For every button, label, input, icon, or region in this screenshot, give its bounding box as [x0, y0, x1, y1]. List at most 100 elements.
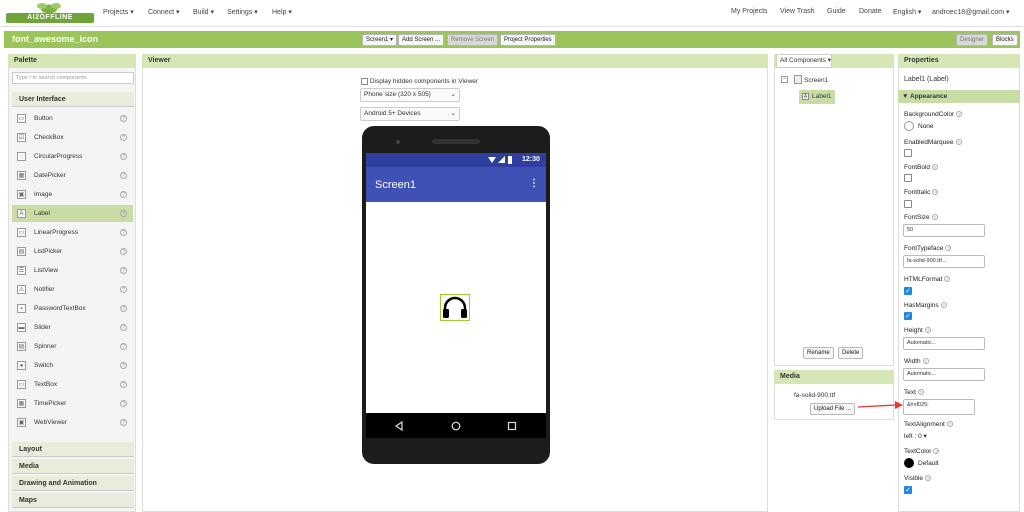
collapse-toggle-icon[interactable]: − [781, 76, 788, 83]
menu-connect[interactable]: Connect ▾ [148, 8, 180, 16]
height-input[interactable]: Automatic... [903, 337, 985, 350]
link-view-trash[interactable]: View Trash [780, 8, 815, 15]
screen-select[interactable]: Screen1 ▾ [362, 34, 398, 46]
help-icon[interactable]: ? [120, 134, 127, 141]
help-icon[interactable]: ? [940, 302, 947, 308]
help-icon[interactable]: ? [120, 286, 127, 293]
help-icon[interactable]: ? [922, 358, 929, 364]
help-icon[interactable]: ? [120, 153, 127, 160]
fontsize-input[interactable]: 50 [903, 224, 985, 237]
menu-help[interactable]: Help ▾ [272, 8, 292, 16]
rename-button[interactable]: Rename [803, 347, 834, 359]
help-icon[interactable]: ? [120, 229, 127, 236]
bg-color-swatch[interactable] [904, 121, 914, 131]
palette-item-listpicker[interactable]: ▤ ListPicker? [12, 243, 133, 260]
help-icon[interactable]: ? [120, 115, 127, 122]
text-color-value[interactable]: Default [918, 460, 939, 467]
app-logo[interactable]: AI2OFFLINE [6, 3, 94, 23]
help-icon[interactable]: ? [120, 343, 127, 350]
phone-size-select[interactable]: Phone size (320 x 505) ⌄ [360, 88, 460, 102]
media-file[interactable]: fa-solid-900.ttf [794, 392, 835, 399]
hidden-components-checkbox-row[interactable]: Display hidden components in Viewer [361, 78, 478, 85]
tree-label1-row[interactable]: A Label1 [799, 90, 835, 104]
help-icon[interactable]: ? [120, 400, 127, 407]
theme-select[interactable]: Android 5+ Devices ⌄ [360, 107, 460, 121]
htmlformat-checkbox[interactable]: ✓ [904, 287, 912, 295]
help-icon[interactable]: ? [120, 324, 127, 331]
width-input[interactable]: Automatic... [903, 368, 985, 381]
help-icon[interactable]: ? [932, 164, 939, 170]
link-my-projects[interactable]: My Projects [731, 8, 768, 15]
category-maps[interactable]: Maps [12, 493, 134, 508]
palette-item-passwordtextbox[interactable]: ▪ PasswordTextBox? [12, 300, 133, 317]
category-user-interface[interactable]: User Interface [12, 92, 134, 107]
help-icon[interactable]: ? [120, 305, 127, 312]
help-icon[interactable]: ? [944, 276, 951, 282]
palette-item-spinner[interactable]: ▤ Spinner? [12, 338, 133, 355]
menu-build[interactable]: Build ▾ [193, 8, 214, 16]
palette-item-datepicker[interactable]: ▦ DatePicker? [12, 167, 133, 184]
menu-settings[interactable]: Settings ▾ [227, 8, 258, 16]
link-donate[interactable]: Donate [859, 8, 882, 15]
help-icon[interactable]: ? [932, 189, 939, 195]
bg-color-value[interactable]: None [918, 123, 934, 130]
help-icon[interactable]: ? [955, 139, 962, 145]
palette-item-slider[interactable]: ▬ Slider? [12, 319, 133, 336]
components-filter-select[interactable]: All Components ▾ [776, 54, 832, 68]
help-icon[interactable]: ? [120, 191, 127, 198]
visible-checkbox[interactable]: ✓ [904, 486, 912, 494]
help-icon[interactable]: ? [120, 267, 127, 274]
menu-projects[interactable]: Projects ▾ [103, 8, 134, 16]
designer-button[interactable]: Designer [956, 34, 989, 46]
palette-item-label[interactable]: A Label? [12, 205, 133, 222]
help-icon[interactable]: ? [945, 245, 952, 251]
help-icon[interactable]: ? [120, 381, 127, 388]
palette-item-switch[interactable]: ● Switch? [12, 357, 133, 374]
blocks-button[interactable]: Blocks [992, 34, 1018, 46]
help-icon[interactable]: ? [946, 421, 953, 427]
help-icon[interactable]: ? [931, 214, 938, 220]
help-icon[interactable]: ? [933, 448, 940, 454]
label1-component[interactable] [440, 294, 470, 321]
palette-item-textbox[interactable]: ▭ TextBox? [12, 376, 133, 393]
text-input[interactable]: &#xf025; [903, 399, 975, 415]
palette-item-button[interactable]: ▭ Button? [12, 110, 133, 127]
language-menu[interactable]: English ▾ [893, 8, 921, 16]
link-guide[interactable]: Guide [827, 8, 846, 15]
appearance-section[interactable]: ▼ Appearance [898, 90, 1020, 103]
help-icon[interactable]: ? [120, 419, 127, 426]
palette-item-timepicker[interactable]: ▦ TimePicker? [12, 395, 133, 412]
help-icon[interactable]: ? [120, 172, 127, 179]
text-color-swatch[interactable] [904, 458, 914, 468]
help-icon[interactable]: ? [924, 327, 931, 333]
tree-screen1[interactable]: Screen1 [804, 77, 828, 84]
palette-item-webviewer[interactable]: ▣ WebViewer? [12, 414, 133, 431]
category-layout[interactable]: Layout [12, 442, 134, 457]
fontitalic-checkbox[interactable] [904, 200, 912, 208]
project-properties-button[interactable]: Project Properties [500, 34, 556, 46]
remove-screen-button[interactable]: Remove Screen [447, 34, 499, 46]
help-icon[interactable]: ? [120, 362, 127, 369]
hidden-components-checkbox[interactable] [361, 78, 368, 85]
add-screen-button[interactable]: Add Screen ... [398, 34, 445, 46]
palette-item-linearprogress[interactable]: ▭ LinearProgress? [12, 224, 133, 241]
help-icon[interactable]: ? [917, 389, 924, 395]
typeface-input[interactable]: fa-solid-900.ttf... [903, 255, 985, 268]
palette-item-checkbox[interactable]: ☑ CheckBox? [12, 129, 133, 146]
help-icon[interactable]: ? [120, 248, 127, 255]
palette-item-listview[interactable]: ☰ ListView? [12, 262, 133, 279]
textalignment-select[interactable]: left : 0 ▾ [904, 432, 927, 440]
palette-item-image[interactable]: ▣ Image? [12, 186, 133, 203]
palette-item-circularprogress[interactable]: ◌ CircularProgress? [12, 148, 133, 165]
category-drawing-animation[interactable]: Drawing and Animation [12, 476, 134, 491]
category-media[interactable]: Media [12, 459, 134, 474]
upload-file-button[interactable]: Upload File ... [810, 403, 856, 415]
help-icon[interactable]: ? [956, 111, 963, 117]
hasmargins-checkbox[interactable]: ✓ [904, 312, 912, 320]
account-menu[interactable]: androec18@gmail.com ▾ [932, 8, 1010, 16]
fontbold-checkbox[interactable] [904, 174, 912, 182]
help-icon[interactable]: ? [925, 475, 932, 481]
palette-item-notifier[interactable]: ⚠ Notifier? [12, 281, 133, 298]
marquee-checkbox[interactable] [904, 149, 912, 157]
help-icon[interactable]: ? [120, 210, 127, 217]
